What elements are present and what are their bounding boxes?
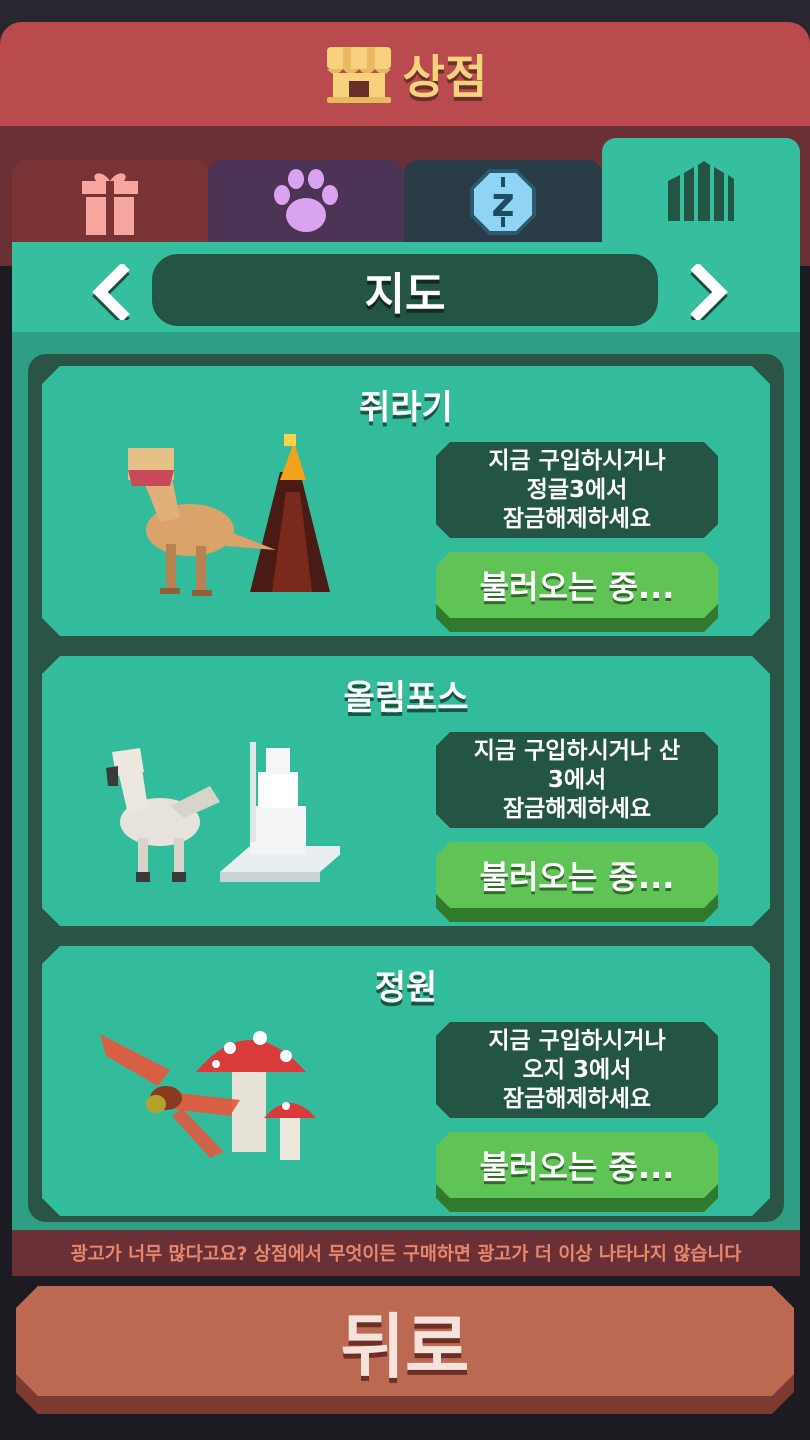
back-button-face: 뒤로 xyxy=(16,1286,794,1396)
coin-icon: z xyxy=(470,169,536,235)
gift-icon xyxy=(82,173,138,235)
buy-button-label: 불러오는 중... xyxy=(436,1132,718,1198)
map-title: 쥐라기 xyxy=(359,388,453,428)
paw-icon xyxy=(274,169,338,232)
buy-button[interactable]: 불러오는 중... xyxy=(436,552,718,632)
dragonfly-mushroom-image xyxy=(100,1031,316,1160)
shop-title: 상점 xyxy=(402,50,488,104)
map-card-garden: 정원 지금 구입하시거나 오지 3에서 잠금해제하세요 불러오는 중... xyxy=(42,946,770,1216)
category-bar: 지도 xyxy=(12,242,800,332)
shop-window: 상점 z 지도 쥐라기 지금 구입하시거나 정글3에서 잠금해제하세요 불러오는… xyxy=(0,22,810,1278)
unlock-description: 지금 구입하시거나 산 3에서 잠금해제하세요 xyxy=(436,732,718,828)
shop-panel: 지도 쥐라기 지금 구입하시거나 정글3에서 잠금해제하세요 불러오는 중...… xyxy=(12,242,800,1232)
map-card-olympus: 올림포스 지금 구입하시거나 산 3에서 잠금해제하세요 불러오는 중... xyxy=(42,656,770,926)
tab-coins[interactable]: z xyxy=(404,160,602,244)
shop-stall-icon xyxy=(326,47,391,103)
shop-header: 상점 xyxy=(0,22,810,126)
map-title: 올림포스 xyxy=(343,678,469,718)
category-label: 지도 xyxy=(364,269,446,320)
buy-button[interactable]: 불러오는 중... xyxy=(436,1132,718,1212)
chevron-left-icon xyxy=(92,264,130,320)
ad-notice-text: 광고가 너무 많다고요? 상점에서 무엇이든 구매하면 광고가 더 이상 나타나… xyxy=(70,1244,742,1265)
pegasus-statue-image xyxy=(106,742,340,882)
unlock-description: 지금 구입하시거나 오지 3에서 잠금해제하세요 xyxy=(436,1022,718,1118)
map-card-jurassic: 쥐라기 지금 구입하시거나 정글3에서 잠금해제하세요 불러오는 중... xyxy=(42,366,770,636)
category-label-box: 지도 xyxy=(152,254,658,326)
next-category-button[interactable] xyxy=(680,264,740,320)
back-button-label: 뒤로 xyxy=(340,1305,470,1388)
back-button[interactable]: 뒤로 xyxy=(16,1286,794,1414)
tab-gift[interactable] xyxy=(12,160,208,244)
prev-category-button[interactable] xyxy=(80,264,140,320)
chevron-right-icon xyxy=(690,264,728,320)
buy-button-label: 불러오는 중... xyxy=(436,842,718,908)
title-group: 상점 xyxy=(323,41,488,107)
tab-pets[interactable] xyxy=(208,160,404,244)
map-title: 정원 xyxy=(374,968,438,1008)
ad-notice-bar: 광고가 너무 많다고요? 상점에서 무엇이든 구매하면 광고가 더 이상 나타나… xyxy=(12,1230,800,1276)
buy-button-label: 불러오는 중... xyxy=(436,552,718,618)
tab-maps[interactable] xyxy=(602,138,800,248)
map-icon xyxy=(668,161,734,221)
unlock-description: 지금 구입하시거나 정글3에서 잠금해제하세요 xyxy=(436,442,718,538)
map-list[interactable]: 쥐라기 지금 구입하시거나 정글3에서 잠금해제하세요 불러오는 중... 올림… xyxy=(28,354,784,1222)
dinosaur-volcano-image xyxy=(128,434,330,596)
buy-button[interactable]: 불러오는 중... xyxy=(436,842,718,922)
